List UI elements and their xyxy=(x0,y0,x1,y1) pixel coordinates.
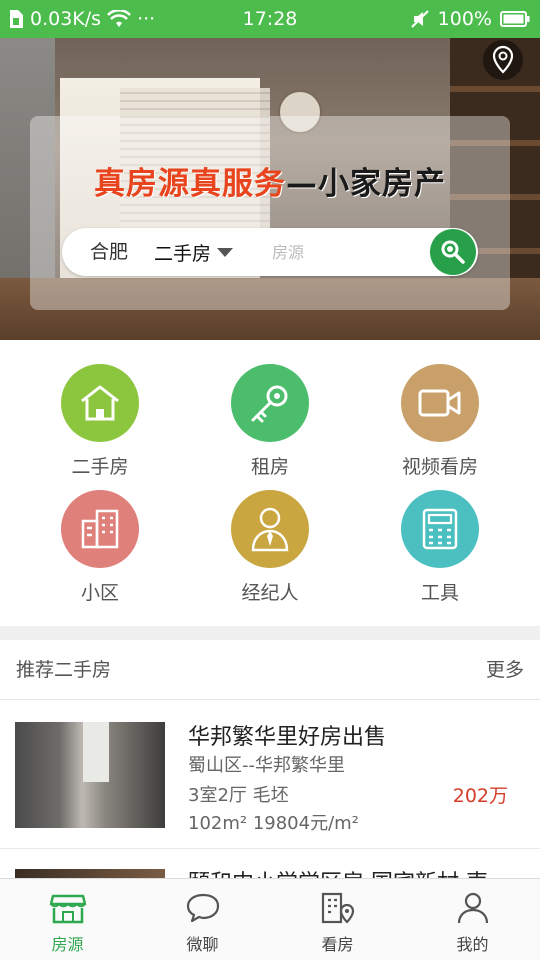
category-agent[interactable]: 经纪人 xyxy=(185,490,355,605)
category-second-hand[interactable]: 二手房 xyxy=(15,364,185,479)
key-icon xyxy=(251,385,288,423)
data-speed: 0.03K/s xyxy=(30,8,102,30)
category-icon-circle xyxy=(61,490,139,568)
mute-icon xyxy=(410,10,429,28)
category-icon-circle xyxy=(401,364,479,442)
tab-listings[interactable]: 房源 xyxy=(0,879,135,960)
bottom-tab-bar: 房源 微聊 看房 我的 xyxy=(0,878,540,960)
notification-dots: ··· xyxy=(137,8,156,30)
listing-card[interactable]: 华邦繁华里好房出售 蜀山区--华邦繁华里 3室2厅 毛坯 102m² 19804… xyxy=(0,701,540,849)
tab-icon-wrap xyxy=(453,889,493,927)
tab-label: 房源 xyxy=(51,935,84,954)
calculator-icon xyxy=(422,508,458,550)
tab-icon-wrap xyxy=(48,889,88,927)
property-type-dropdown[interactable]: 二手房 xyxy=(154,228,234,276)
search-icon xyxy=(441,240,465,264)
category-video-tour[interactable]: 视频看房 xyxy=(355,364,525,479)
category-icon-circle xyxy=(231,490,309,568)
building-icon xyxy=(81,509,119,549)
location-button[interactable] xyxy=(483,40,523,80)
app-screen: 0.03K/s ··· 17:28 100% 真房源真服务—小家房产 合肥 二手… xyxy=(0,0,540,960)
listing-location: 蜀山区--华邦繁华里 xyxy=(188,755,345,776)
tab-label: 看房 xyxy=(321,935,354,954)
more-link[interactable]: 更多 xyxy=(486,640,524,700)
storefront-icon xyxy=(49,894,86,924)
banner-slogan: 真房源真服务—小家房产 xyxy=(0,158,540,203)
listing-photo xyxy=(15,722,165,828)
category-icon-circle xyxy=(61,364,139,442)
battery-level: 100% xyxy=(437,8,492,30)
category-icon-circle xyxy=(231,364,309,442)
tab-chat[interactable]: 微聊 xyxy=(135,879,270,960)
tab-label: 微聊 xyxy=(186,935,219,954)
sim-card-icon xyxy=(10,10,23,28)
listing-layout: 3室2厅 毛坯 xyxy=(188,785,289,806)
recommend-title: 推荐二手房 xyxy=(16,659,112,681)
city-selector[interactable]: 合肥 xyxy=(90,228,128,276)
photo-window xyxy=(83,722,109,782)
slogan-main: 真房源真服务 xyxy=(94,166,286,202)
tab-viewing[interactable]: 看房 xyxy=(270,879,405,960)
user-icon xyxy=(457,892,488,924)
agent-icon xyxy=(251,507,289,552)
tab-profile[interactable]: 我的 xyxy=(405,879,540,960)
category-label: 租房 xyxy=(250,456,289,478)
recommend-header: 推荐二手房 更多 xyxy=(0,640,540,700)
category-community[interactable]: 小区 xyxy=(15,490,185,605)
listing-title: 华邦繁华里好房出售 xyxy=(188,725,387,750)
status-right: 100% xyxy=(410,0,530,38)
category-icon-circle xyxy=(401,490,479,568)
map-pin-building-icon xyxy=(321,892,354,924)
house-icon xyxy=(81,385,119,421)
category-label: 二手房 xyxy=(71,456,129,478)
tab-icon-wrap xyxy=(318,889,358,927)
search-input[interactable] xyxy=(272,238,422,266)
chevron-down-icon xyxy=(217,247,234,257)
category-label: 小区 xyxy=(80,582,119,604)
property-type-value: 二手房 xyxy=(154,242,212,265)
status-bar: 0.03K/s ··· 17:28 100% xyxy=(0,0,540,38)
listing-size-price: 102m² 19804元/m² xyxy=(188,813,359,834)
slogan-brand: —小家房产 xyxy=(286,166,446,202)
search-button[interactable] xyxy=(430,229,476,275)
category-label: 经纪人 xyxy=(241,582,299,604)
battery-icon xyxy=(500,11,530,27)
map-pin-icon xyxy=(492,45,514,74)
video-camera-icon xyxy=(418,389,461,417)
search-bar: 合肥 二手房 xyxy=(62,228,478,276)
category-tools[interactable]: 工具 xyxy=(355,490,525,605)
hero-banner: 真房源真服务—小家房产 合肥 二手房 xyxy=(0,38,540,340)
wifi-icon xyxy=(107,10,131,27)
listing-price: 202万 xyxy=(452,785,508,807)
recommend-section: 推荐二手房 更多 华邦繁华里好房出售 蜀山区--华邦繁华里 3室2厅 毛坯 10… xyxy=(0,640,540,960)
category-label: 工具 xyxy=(420,582,459,604)
tab-icon-wrap xyxy=(183,889,223,927)
category-label: 视频看房 xyxy=(401,456,478,478)
status-left: 0.03K/s ··· xyxy=(8,0,155,38)
category-grid: 二手房 租房 视频看房 小区 经纪人 工具 xyxy=(0,340,540,626)
banner-overlay xyxy=(30,116,510,310)
chat-icon xyxy=(186,893,219,923)
tab-label: 我的 xyxy=(456,935,489,954)
category-rent[interactable]: 租房 xyxy=(185,364,355,479)
